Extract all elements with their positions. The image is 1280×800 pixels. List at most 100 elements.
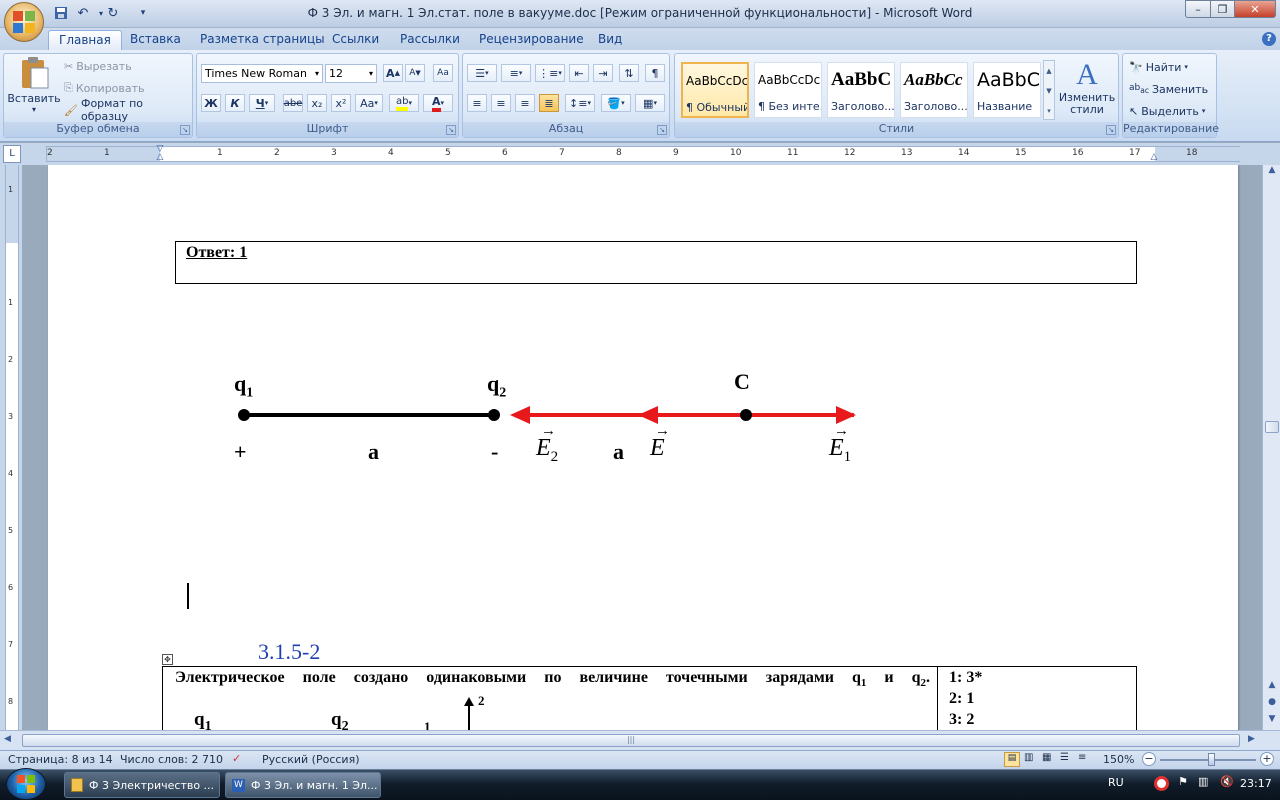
- find-button[interactable]: 🔭 Найти ▾: [1129, 57, 1188, 77]
- network-icon[interactable]: ▥: [1198, 775, 1208, 788]
- input-language[interactable]: RU: [1108, 776, 1124, 789]
- vertical-ruler[interactable]: 1 1 2 3 4 5 6 7 8: [5, 165, 19, 730]
- styles-scroll[interactable]: ▲ ▼ ▾: [1043, 60, 1055, 120]
- page[interactable]: Ответ: 1 q1 q2 C + a - a → E2 → E → E1 3.1.…: [48, 165, 1238, 730]
- bold-button[interactable]: Ж: [201, 94, 221, 112]
- flag-icon[interactable]: ⚑: [1178, 775, 1188, 788]
- print-layout-icon[interactable]: ▤: [1004, 752, 1020, 767]
- taskbar-item-0[interactable]: Ф 3 Электричество ...: [64, 772, 220, 798]
- outline-icon[interactable]: ☰: [1060, 752, 1069, 763]
- font-name-combo[interactable]: Times New Roman ▾: [201, 64, 323, 83]
- font-color-button[interactable]: A ▾: [423, 94, 453, 112]
- clock[interactable]: 23:17: [1240, 777, 1272, 790]
- sort-button[interactable]: ⇅: [619, 64, 639, 82]
- customize-qat-icon[interactable]: ▾: [134, 4, 152, 22]
- minimize-button[interactable]: –: [1185, 0, 1211, 18]
- full-screen-reading-icon[interactable]: ▥: [1024, 752, 1033, 763]
- align-left-button[interactable]: ≡: [467, 94, 487, 112]
- shading-button[interactable]: 🪣 ▾: [601, 94, 631, 112]
- horizontal-ruler[interactable]: ▽ △ △ 2 1 1 2 3 4 5 6 7 8 9 10 11 12 13 14 15 16 17 18: [46, 145, 1240, 163]
- highlight-button[interactable]: ab ▾: [389, 94, 419, 112]
- replace-button[interactable]: abac Заменить: [1129, 79, 1208, 99]
- change-styles-button[interactable]: A Изменить стили: [1057, 58, 1117, 122]
- indent-marker-icon[interactable]: ▽ △: [155, 145, 165, 163]
- superscript-button[interactable]: x²: [331, 94, 351, 112]
- increase-indent-button[interactable]: ⇥: [593, 64, 613, 82]
- h-scroll-thumb[interactable]: |||: [22, 734, 1240, 747]
- change-case-button[interactable]: Aa ▾: [355, 94, 383, 112]
- next-page-icon[interactable]: ▼: [1265, 714, 1279, 728]
- option-2[interactable]: 2: 1: [949, 690, 974, 708]
- proofing-icon[interactable]: ✓: [232, 752, 241, 765]
- paste-dropdown-icon[interactable]: ▾: [32, 105, 36, 114]
- scroll-left-icon[interactable]: ◀: [4, 734, 18, 748]
- undo-icon[interactable]: ↶: [74, 4, 92, 22]
- borders-button[interactable]: ▦ ▾: [635, 94, 665, 112]
- clear-formatting-button[interactable]: Aа: [433, 64, 453, 82]
- volume-muted-icon[interactable]: 🔇: [1220, 775, 1234, 788]
- numbering-button[interactable]: ≡ ▾: [501, 64, 531, 82]
- scroll-up-icon[interactable]: ▲: [1265, 165, 1279, 179]
- tab-insert[interactable]: Вставка: [120, 30, 191, 50]
- page-indicator[interactable]: Страница: 8 из 14: [8, 753, 113, 766]
- office-button[interactable]: [4, 2, 44, 42]
- font-size-combo[interactable]: 12 ▾: [325, 64, 377, 83]
- scroll-thumb[interactable]: [1265, 421, 1279, 433]
- italic-button[interactable]: К: [225, 94, 245, 112]
- prev-page-icon[interactable]: ▲: [1265, 680, 1279, 694]
- tab-review[interactable]: Рецензирование: [469, 30, 594, 50]
- help-icon[interactable]: ?: [1262, 32, 1276, 46]
- decrease-indent-button[interactable]: ⇤: [569, 64, 589, 82]
- draft-icon[interactable]: ≡: [1078, 752, 1086, 763]
- save-icon[interactable]: [52, 4, 70, 22]
- option-1[interactable]: 1: 3*: [949, 669, 982, 687]
- web-layout-icon[interactable]: ▦: [1042, 752, 1051, 763]
- word-count[interactable]: Число слов: 2 710: [120, 753, 223, 766]
- start-button[interactable]: [6, 768, 46, 800]
- bullets-button[interactable]: ☰ ▾: [467, 64, 497, 82]
- zoom-slider-thumb[interactable]: [1208, 753, 1215, 766]
- show-formatting-button[interactable]: ¶: [645, 64, 665, 82]
- paste-button[interactable]: Вставить ▾: [7, 56, 61, 120]
- underline-button[interactable]: Ч ▾: [249, 94, 275, 112]
- taskbar-item-1[interactable]: W Ф 3 Эл. и магн. 1 Эл...: [225, 772, 381, 798]
- browse-object-icon[interactable]: ●: [1265, 697, 1279, 711]
- antivirus-icon[interactable]: [1154, 776, 1169, 791]
- tab-home[interactable]: Главная: [48, 30, 122, 50]
- subscript-button[interactable]: x₂: [307, 94, 327, 112]
- language-indicator[interactable]: Русский (Россия): [262, 753, 360, 766]
- font-launcher-icon[interactable]: ↘: [446, 125, 456, 135]
- tab-selector[interactable]: L: [3, 145, 21, 163]
- style-heading-2[interactable]: AaBbCc Заголово...: [900, 62, 968, 118]
- multilevel-list-button[interactable]: ⋮≡ ▾: [535, 64, 565, 82]
- cut-button[interactable]: ✂ Вырезать: [64, 56, 132, 76]
- format-painter-button[interactable]: 🖌 Формат по образцу: [64, 97, 192, 123]
- style-title[interactable]: AaBbC Название: [973, 62, 1041, 118]
- question-table[interactable]: Электрическое поле создано одинаковыми п…: [162, 666, 1137, 730]
- style-heading-1[interactable]: AaBbC Заголово...: [827, 62, 895, 118]
- clipboard-launcher-icon[interactable]: ↘: [180, 125, 190, 135]
- tab-view[interactable]: Вид: [588, 30, 632, 50]
- styles-launcher-icon[interactable]: ↘: [1106, 125, 1116, 135]
- scroll-right-icon[interactable]: ▶: [1248, 734, 1262, 748]
- question-cell[interactable]: Электрическое поле создано одинаковыми п…: [163, 667, 938, 730]
- zoom-in-icon[interactable]: +: [1260, 752, 1274, 766]
- tab-page-layout[interactable]: Разметка страницы: [190, 30, 335, 50]
- justify-button[interactable]: ≣: [539, 94, 559, 112]
- zoom-out-icon[interactable]: −: [1142, 752, 1156, 766]
- copy-button[interactable]: ⎘ Копировать: [64, 78, 145, 98]
- grow-font-button[interactable]: A ▲: [383, 64, 403, 82]
- tab-references[interactable]: Ссылки: [322, 30, 389, 50]
- option-3[interactable]: 3: 2: [949, 711, 974, 729]
- select-button[interactable]: ↖ Выделить ▾: [1129, 101, 1205, 121]
- table-move-handle-icon[interactable]: ✥: [162, 654, 173, 665]
- restore-button[interactable]: ❐: [1210, 0, 1235, 18]
- right-indent-marker-icon[interactable]: △: [1149, 152, 1159, 162]
- zoom-level[interactable]: 150%: [1103, 753, 1134, 766]
- answer-box[interactable]: Ответ: 1: [175, 241, 1137, 284]
- document-area[interactable]: Ответ: 1 q1 q2 C + a - a → E2 → E → E1 3.1.…: [22, 165, 1262, 730]
- align-right-button[interactable]: ≡: [515, 94, 535, 112]
- redo-icon[interactable]: ↻: [104, 4, 122, 22]
- style-no-spacing[interactable]: AaBbCcDc ¶ Без инте...: [754, 62, 822, 118]
- line-spacing-button[interactable]: ↕≡ ▾: [565, 94, 595, 112]
